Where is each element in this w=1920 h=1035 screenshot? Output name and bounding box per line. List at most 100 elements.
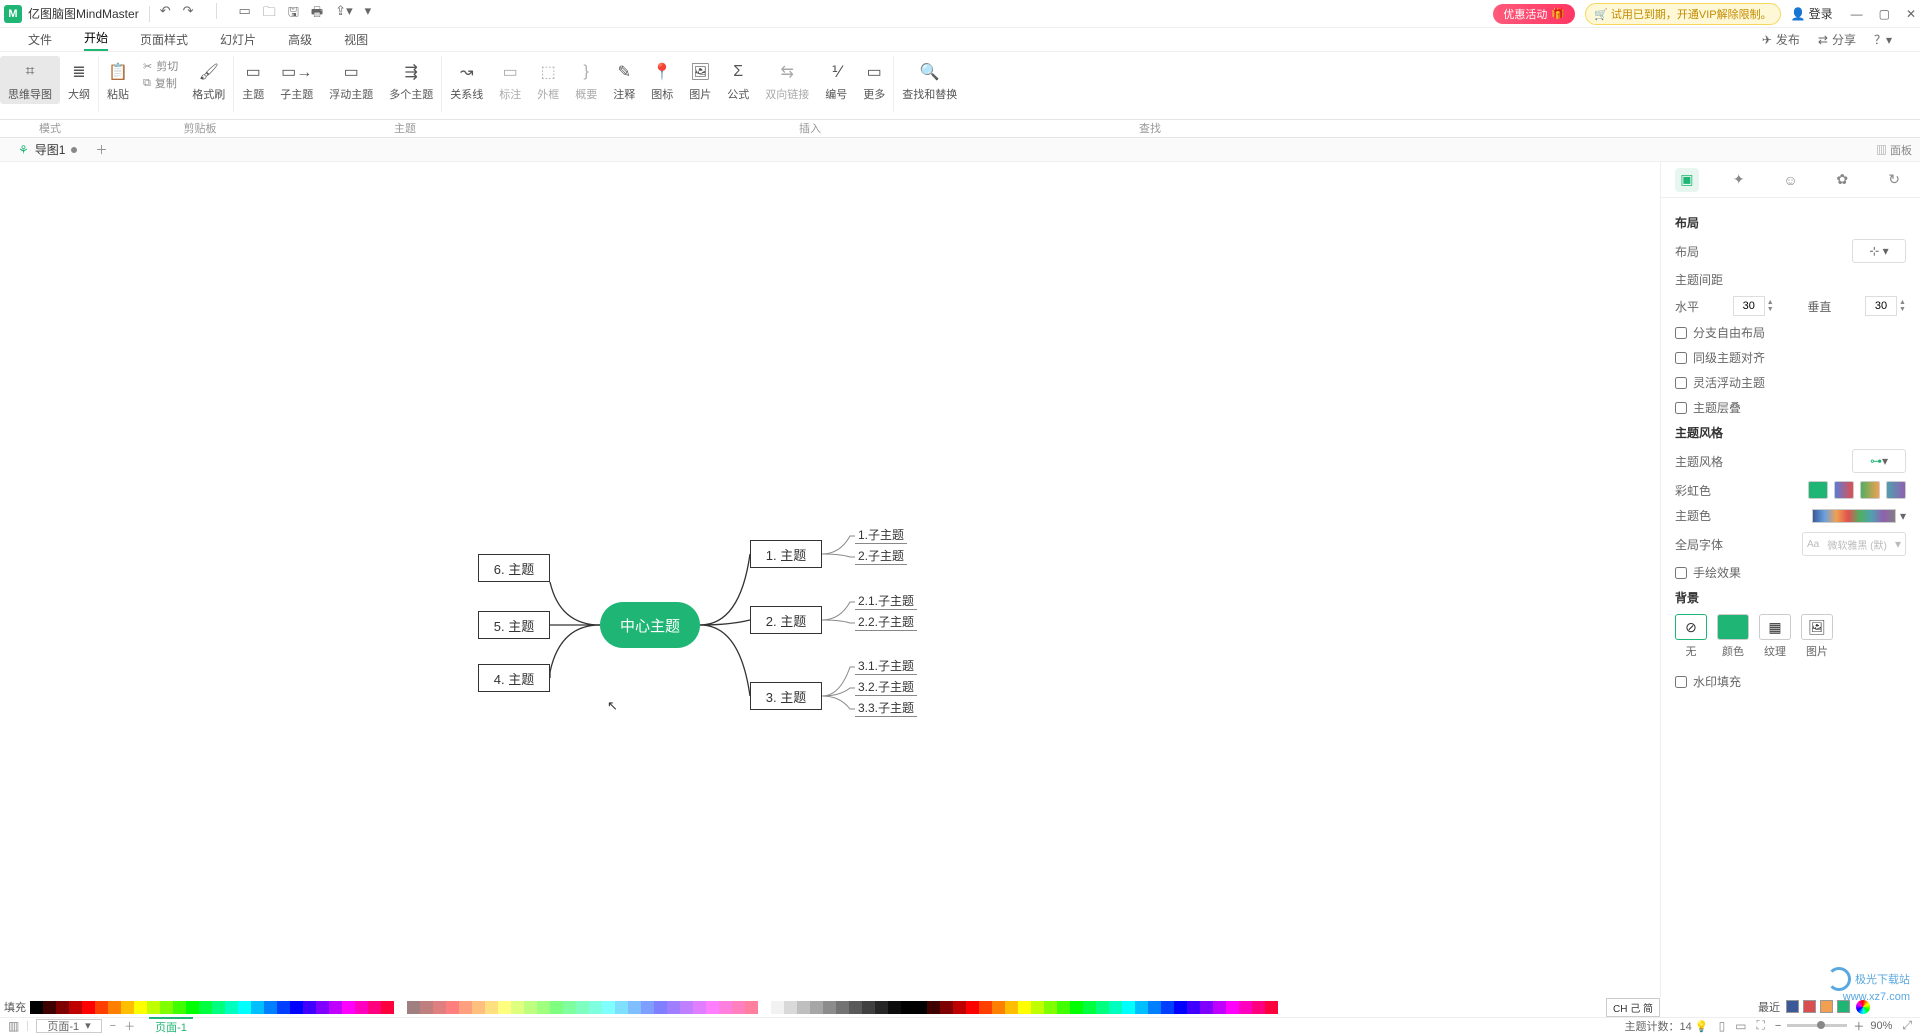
chk-watermark[interactable]: 水印填充: [1675, 673, 1906, 690]
color-swatch[interactable]: [186, 1001, 199, 1014]
color-swatch[interactable]: [953, 1001, 966, 1014]
bilink-button[interactable]: ⇆双向链接: [757, 56, 817, 104]
color-swatch[interactable]: [979, 1001, 992, 1014]
view-full-icon[interactable]: ⛶: [1757, 1018, 1765, 1033]
color-swatch[interactable]: [706, 1001, 719, 1014]
v-spacing-input[interactable]: [1865, 296, 1897, 316]
color-swatch[interactable]: [836, 1001, 849, 1014]
color-swatch[interactable]: [108, 1001, 121, 1014]
promo-badge[interactable]: 优惠活动🎁: [1493, 4, 1575, 24]
find-replace-button[interactable]: 🔍查找和替换: [894, 56, 965, 104]
color-swatch[interactable]: [277, 1001, 290, 1014]
mm-center-topic[interactable]: 中心主题: [600, 602, 700, 648]
color-swatch[interactable]: [498, 1001, 511, 1014]
color-swatch[interactable]: [472, 1001, 485, 1014]
save-icon[interactable]: 🖫: [288, 3, 299, 25]
menu-start[interactable]: 开始: [84, 29, 108, 51]
color-swatch[interactable]: [394, 1001, 407, 1014]
color-swatch[interactable]: [667, 1001, 680, 1014]
maximize-button[interactable]: ▢: [1879, 7, 1890, 21]
color-swatch[interactable]: [199, 1001, 212, 1014]
color-swatch[interactable]: [511, 1001, 524, 1014]
color-swatch[interactable]: [654, 1001, 667, 1014]
color-swatch[interactable]: [914, 1001, 927, 1014]
mm-sub-3-2[interactable]: 3.2.子主题: [855, 678, 917, 696]
color-swatch[interactable]: [1239, 1001, 1252, 1014]
color-swatch[interactable]: [30, 1001, 43, 1014]
color-swatch[interactable]: [602, 1001, 615, 1014]
qat-more-icon[interactable]: ▾: [365, 3, 372, 25]
color-swatch[interactable]: [446, 1001, 459, 1014]
color-swatch[interactable]: [251, 1001, 264, 1014]
color-swatch[interactable]: [56, 1001, 69, 1014]
panel-toggle[interactable]: ▥ 面板: [1876, 142, 1912, 158]
color-swatch[interactable]: [368, 1001, 381, 1014]
side-tab-layout[interactable]: ▣: [1675, 168, 1699, 192]
color-swatch[interactable]: [355, 1001, 368, 1014]
lang-indicator[interactable]: CH 己 简: [1606, 998, 1660, 1017]
mm-topic-6[interactable]: 6. 主题: [478, 554, 550, 582]
chk-align[interactable]: 同级主题对齐: [1675, 349, 1906, 366]
color-swatch[interactable]: [1200, 1001, 1213, 1014]
boundary-button[interactable]: ⬚外框: [529, 56, 567, 104]
color-swatch[interactable]: [1096, 1001, 1109, 1014]
mm-sub-1-1[interactable]: 1.子主题: [855, 526, 907, 544]
color-swatch[interactable]: [290, 1001, 303, 1014]
mm-sub-1-2[interactable]: 2.子主题: [855, 547, 907, 565]
mode-mindmap[interactable]: ⌗思维导图: [0, 56, 60, 104]
color-swatch[interactable]: [82, 1001, 95, 1014]
color-swatch[interactable]: [1005, 1001, 1018, 1014]
chk-hand-drawn[interactable]: 手绘效果: [1675, 564, 1906, 581]
page-tab-1[interactable]: 页面-1: [149, 1017, 193, 1035]
floating-topic-button[interactable]: ▭浮动主题: [321, 56, 381, 104]
mm-topic-4[interactable]: 4. 主题: [478, 664, 550, 692]
layout-select[interactable]: ⊹ ▾: [1852, 239, 1906, 263]
color-swatch[interactable]: [784, 1001, 797, 1014]
color-swatch[interactable]: [1018, 1001, 1031, 1014]
color-swatch[interactable]: [680, 1001, 693, 1014]
doc-tab-1[interactable]: ⚘导图1: [8, 141, 87, 158]
rainbow-1[interactable]: [1808, 481, 1828, 499]
color-swatch[interactable]: [537, 1001, 550, 1014]
canvas[interactable]: 中心主题 6. 主题 5. 主题 4. 主题 1. 主题 2. 主题 3. 主题…: [0, 162, 1660, 997]
mm-sub-2-1[interactable]: 2.1.子主题: [855, 592, 917, 610]
color-swatch[interactable]: [238, 1001, 251, 1014]
page-combo[interactable]: 页面-1▾: [36, 1019, 101, 1033]
color-swatch[interactable]: [550, 1001, 563, 1014]
help-button[interactable]: ？▾: [1874, 31, 1892, 48]
color-swatch[interactable]: [433, 1001, 446, 1014]
vip-banner[interactable]: 🛒 试用已到期，开通VIP解除限制。: [1585, 3, 1781, 25]
style-select[interactable]: ⊶ ▾: [1852, 449, 1906, 473]
color-swatch[interactable]: [628, 1001, 641, 1014]
number-button[interactable]: ⅟编号: [817, 56, 855, 104]
mm-sub-2-2[interactable]: 2.2.子主题: [855, 613, 917, 631]
icon-button[interactable]: 📍图标: [643, 56, 681, 104]
color-swatch[interactable]: [615, 1001, 628, 1014]
outline-toggle-icon[interactable]: ▥: [8, 1019, 19, 1033]
callout-button[interactable]: ▭标注: [491, 56, 529, 104]
undo-icon[interactable]: ↶: [160, 3, 171, 25]
color-swatch[interactable]: [823, 1001, 836, 1014]
chk-free-layout[interactable]: 分支自由布局: [1675, 324, 1906, 341]
note-button[interactable]: ✎注释: [605, 56, 643, 104]
color-swatch[interactable]: [992, 1001, 1005, 1014]
color-swatch[interactable]: [147, 1001, 160, 1014]
open-icon[interactable]: 🗀: [263, 3, 276, 25]
color-swatch[interactable]: [1109, 1001, 1122, 1014]
color-swatch[interactable]: [771, 1001, 784, 1014]
menu-view[interactable]: 视图: [344, 31, 368, 48]
new-icon[interactable]: ▭: [239, 3, 251, 25]
bg-none[interactable]: ⊘无: [1675, 614, 1707, 659]
menu-advanced[interactable]: 高级: [288, 31, 312, 48]
color-swatch[interactable]: [862, 1001, 875, 1014]
chk-stack[interactable]: 主题层叠: [1675, 399, 1906, 416]
format-painter-button[interactable]: 🖌格式刷: [184, 56, 233, 104]
recent-color-1[interactable]: [1786, 1000, 1799, 1013]
page-remove[interactable]: −: [110, 1020, 116, 1032]
color-swatch[interactable]: [329, 1001, 342, 1014]
login-button[interactable]: 👤登录: [1791, 5, 1833, 22]
zoom-slider[interactable]: [1787, 1024, 1847, 1027]
color-swatch[interactable]: [563, 1001, 576, 1014]
color-swatch[interactable]: [745, 1001, 758, 1014]
color-swatch[interactable]: [875, 1001, 888, 1014]
